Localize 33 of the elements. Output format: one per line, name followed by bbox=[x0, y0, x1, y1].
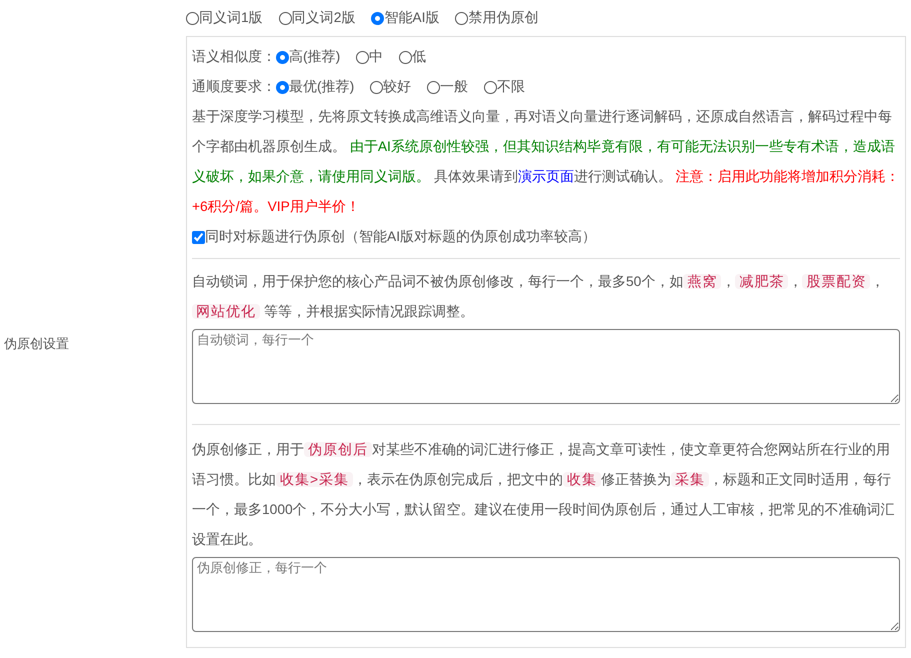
mode-option-label: 智能AI版 bbox=[384, 8, 440, 27]
option-text: 最优(推荐) bbox=[289, 78, 354, 96]
mode-option-label: 同义词1版 bbox=[199, 8, 263, 27]
checkbox-label: 同时对标题进行伪原创（智能AI版对标题的伪原创成功率较高） bbox=[205, 228, 596, 246]
radio-button[interactable] bbox=[484, 80, 498, 94]
mode-option-label: 禁用伪原创 bbox=[468, 8, 538, 27]
mode-option-label: 同义词2版 bbox=[292, 8, 356, 27]
radio-button[interactable] bbox=[455, 12, 468, 24]
radio-button[interactable] bbox=[356, 50, 370, 64]
corrections-field[interactable]: 伪原创修正，每行一个 bbox=[192, 557, 900, 632]
radio-button[interactable] bbox=[278, 12, 292, 24]
field-label: 伪原创设置 bbox=[4, 335, 69, 354]
option-text: 中 bbox=[369, 48, 384, 66]
lock-words-description: 自动锁词，用于保护您的核心产品词不被伪原创修改，每行一个，最多50个，如 燕窝 ， 减肥茶 ， 股票配资 ， 网站优化 等等，并根据实际情况跟踪调整。 bbox=[192, 273, 886, 321]
option-text: 高(推荐) bbox=[289, 48, 340, 66]
title-checkbox[interactable] bbox=[192, 230, 205, 244]
radio-button[interactable] bbox=[276, 50, 289, 64]
corrections-description: 伪原创修正，用于 伪原创后 对某些不准确的词汇进行修正，提高文章可读性，使文章更符合您网站所在行业的用语习惯。比如 收集>采集 ，表示在伪原创完成后，把文中的 收集 修正替换为 采集 ，标题和正文同时适用，每行一个，最多1000个，不分大小写，默认留空。建议在使用一段时间伪原创后，通过人工审核，把常见的不准确词汇设置在此。 bbox=[192, 441, 896, 549]
lock-words-field[interactable]: 自动锁词，每行一个 bbox=[192, 329, 900, 404]
option-text: 较好 bbox=[383, 78, 412, 96]
radio-button[interactable] bbox=[427, 80, 440, 94]
demo-page-link[interactable]: 演示页面 bbox=[518, 169, 574, 184]
option-label: 语义相似度： bbox=[192, 48, 276, 66]
radio-button[interactable] bbox=[186, 12, 199, 24]
option-text: 一般 bbox=[440, 78, 468, 96]
radio-button[interactable] bbox=[370, 80, 384, 94]
option-text: 低 bbox=[412, 48, 426, 66]
radio-button[interactable] bbox=[371, 12, 384, 24]
option-text: 不限 bbox=[497, 78, 526, 96]
radio-button[interactable] bbox=[276, 80, 289, 94]
option-label: 通顺度要求： bbox=[192, 78, 276, 96]
ai-description: 基于深度学习模型，先将原文转换成高维语义向量，再对语义向量进行逐词解码，还原成自然语言，解码过程中每个字都由机器原创生成。 由于AI系统原创性较强，但其知识结构毕竟有限，有可能无法识别一些专有术语，造成语义破坏，如果介意，请使用同义词版。 具体效果请到演示页面进行测试确认。 注意：启用此功能将增加积分消耗：+6积分/篇。VIP用户半价！ bbox=[192, 108, 900, 216]
radio-button[interactable] bbox=[399, 50, 412, 64]
